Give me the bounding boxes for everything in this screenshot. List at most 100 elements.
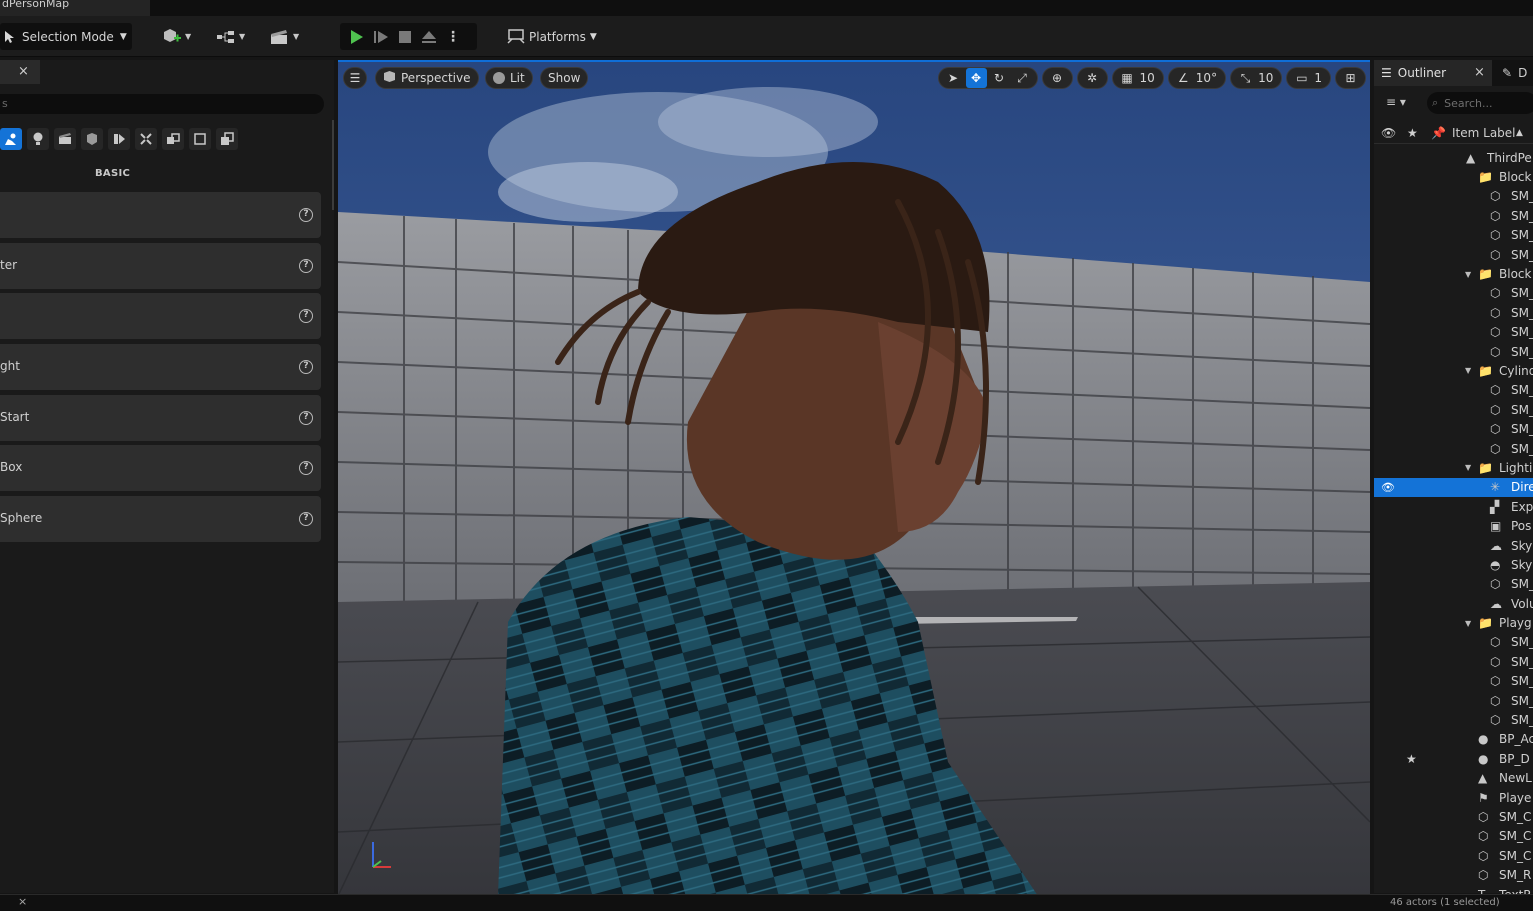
camera-speed-button[interactable]: ▭ 1: [1286, 67, 1331, 89]
actor-item[interactable]: Box ?: [0, 445, 321, 491]
recent-category-icon[interactable]: [216, 128, 238, 150]
viewport-options-button[interactable]: ☰: [343, 67, 367, 89]
outliner-row[interactable]: ◓ Sky: [1374, 555, 1533, 574]
outliner-folder-row[interactable]: ▼ 📁 Playg: [1374, 613, 1533, 632]
outliner-row[interactable]: ⬡ SM_: [1374, 323, 1533, 342]
shapes-category-icon[interactable]: [189, 128, 211, 150]
level-tab[interactable]: dPersonMap: [0, 0, 150, 16]
level-viewport[interactable]: ☰ Perspective Lit Show ➤ ✥ ↻ ⤢ ⊕ ✲ ▦ 10 …: [338, 60, 1370, 894]
outliner-row[interactable]: ⬡ SM_: [1374, 381, 1533, 400]
lit-mode-button[interactable]: Lit: [485, 67, 533, 89]
pin-column-icon[interactable]: 📌: [1431, 126, 1446, 140]
outliner-row[interactable]: ⬡ SM_C: [1374, 846, 1533, 865]
cinematic-category-icon[interactable]: [54, 128, 76, 150]
add-actor-button[interactable]: ▼: [162, 23, 191, 50]
outliner-row[interactable]: ⬡ SM_: [1374, 187, 1533, 206]
item-label-column-header[interactable]: Item Label: [1452, 126, 1516, 140]
cinematics-button[interactable]: ▼: [270, 23, 299, 50]
volumes-category-icon[interactable]: [108, 128, 130, 150]
outliner-row[interactable]: ⚑ Playe: [1374, 788, 1533, 807]
expand-arrow-icon[interactable]: ▼: [1465, 619, 1471, 628]
close-icon[interactable]: ×: [1474, 65, 1485, 80]
coordinate-space-button[interactable]: ⊕: [1041, 67, 1073, 89]
actor-item[interactable]: ter ?: [0, 243, 321, 289]
eject-icon[interactable]: [421, 29, 437, 45]
outliner-row[interactable]: ⬡ SM_: [1374, 342, 1533, 361]
outliner-row[interactable]: ⬡ SM_: [1374, 419, 1533, 438]
expand-arrow-icon[interactable]: ▼: [1465, 366, 1471, 375]
actor-item[interactable]: ?: [0, 192, 321, 238]
rotate-icon[interactable]: ↻: [989, 68, 1010, 88]
actor-item[interactable]: ?: [0, 293, 321, 339]
blueprints-button[interactable]: ▼: [216, 23, 245, 50]
scale-icon[interactable]: ⤢: [1012, 68, 1033, 88]
outliner-row[interactable]: ⬡ SM_C: [1374, 827, 1533, 846]
outliner-row[interactable]: 👁 ✳ Dire: [1374, 477, 1533, 498]
outliner-row[interactable]: ▞ Exp: [1374, 497, 1533, 516]
search-input[interactable]: s: [0, 94, 324, 114]
outliner-row[interactable]: ⬡ SM_: [1374, 652, 1533, 671]
expand-arrow-icon[interactable]: ▼: [1465, 270, 1471, 279]
filter-icon[interactable]: ≡ ▾: [1386, 95, 1406, 109]
basic-category-icon[interactable]: [0, 128, 22, 150]
outliner-folder-row[interactable]: ▼ 📁 Lightin: [1374, 458, 1533, 477]
outliner-row[interactable]: ☁ Volu: [1374, 594, 1533, 613]
outliner-folder-row[interactable]: 📁 Block: [1374, 167, 1533, 186]
outliner-row[interactable]: ▣ Pos: [1374, 516, 1533, 535]
help-icon[interactable]: ?: [299, 512, 313, 526]
outliner-row[interactable]: ⬡ SM_: [1374, 245, 1533, 264]
actor-item[interactable]: Start ?: [0, 395, 321, 441]
lights-category-icon[interactable]: [27, 128, 49, 150]
more-options-icon[interactable]: ⋮: [446, 29, 460, 45]
outliner-row[interactable]: ⬡ SM_: [1374, 284, 1533, 303]
outliner-row[interactable]: ⬡ SM_R: [1374, 865, 1533, 884]
visibility-column-eye-icon[interactable]: 👁: [1381, 126, 1396, 140]
outliner-row[interactable]: ⬡ SM_: [1374, 439, 1533, 458]
outliner-row[interactable]: ⬡ SM_C: [1374, 807, 1533, 826]
outliner-folder-row[interactable]: ▼ 📁 Block: [1374, 264, 1533, 283]
geometry-category-icon[interactable]: [135, 128, 157, 150]
perspective-button[interactable]: Perspective: [375, 67, 479, 89]
stop-icon[interactable]: [398, 30, 412, 44]
all-classes-category-icon[interactable]: [162, 128, 184, 150]
move-icon[interactable]: ✥: [965, 68, 987, 88]
help-icon[interactable]: ?: [299, 208, 313, 222]
sort-ascending-icon[interactable]: ▲: [1516, 128, 1523, 138]
maximize-viewport-button[interactable]: ⊞: [1335, 67, 1366, 89]
grid-snap-button[interactable]: ▦ 10: [1111, 67, 1164, 89]
tab-details[interactable]: ✎ D: [1502, 60, 1527, 86]
close-icon[interactable]: ×: [18, 895, 27, 908]
outliner-row[interactable]: ⬡ SM_: [1374, 226, 1533, 245]
platforms-dropdown[interactable]: Platforms ▼: [503, 23, 597, 50]
outliner-folder-row[interactable]: ▼ 📁 Cylind: [1374, 361, 1533, 380]
favorite-star-icon[interactable]: ★: [1406, 752, 1417, 766]
surface-snap-button[interactable]: ✲: [1076, 67, 1108, 89]
outliner-row[interactable]: ▲ ThirdPe: [1374, 148, 1533, 167]
outliner-row[interactable]: ⬡ SM_: [1374, 303, 1533, 322]
actor-item[interactable]: ght ?: [0, 344, 321, 390]
visibility-eye-icon[interactable]: 👁: [1381, 481, 1395, 494]
close-icon[interactable]: ×: [18, 64, 29, 79]
show-button[interactable]: Show: [540, 67, 589, 89]
select-icon[interactable]: ➤: [943, 68, 964, 88]
help-icon[interactable]: ?: [299, 360, 313, 374]
search-input[interactable]: ⌕ Search...: [1427, 92, 1533, 114]
rotation-snap-button[interactable]: ∠ 10°: [1167, 67, 1227, 89]
help-icon[interactable]: ?: [299, 309, 313, 323]
outliner-row[interactable]: ● BP_Ac: [1374, 730, 1533, 749]
outliner-row[interactable]: ▲ NewL: [1374, 769, 1533, 788]
outliner-row[interactable]: ⬡ SM_: [1374, 691, 1533, 710]
selection-mode-dropdown[interactable]: Selection Mode ▼: [0, 23, 132, 50]
outliner-row[interactable]: ⬡ SM_: [1374, 575, 1533, 594]
help-icon[interactable]: ?: [299, 461, 313, 475]
expand-arrow-icon[interactable]: ▼: [1465, 463, 1471, 472]
outliner-row[interactable]: ⬡ SM_: [1374, 206, 1533, 225]
outliner-row[interactable]: ⬡ SM_: [1374, 672, 1533, 691]
outliner-row[interactable]: ★ ● BP_D: [1374, 749, 1533, 768]
place-actors-tab[interactable]: ×: [0, 60, 40, 84]
outliner-row[interactable]: ⬡ SM_: [1374, 400, 1533, 419]
favorite-column-star-icon[interactable]: ★: [1407, 126, 1418, 140]
step-frame-icon[interactable]: [373, 29, 389, 45]
play-icon[interactable]: [348, 29, 364, 45]
scale-snap-button[interactable]: ⤡ 10: [1230, 67, 1283, 89]
